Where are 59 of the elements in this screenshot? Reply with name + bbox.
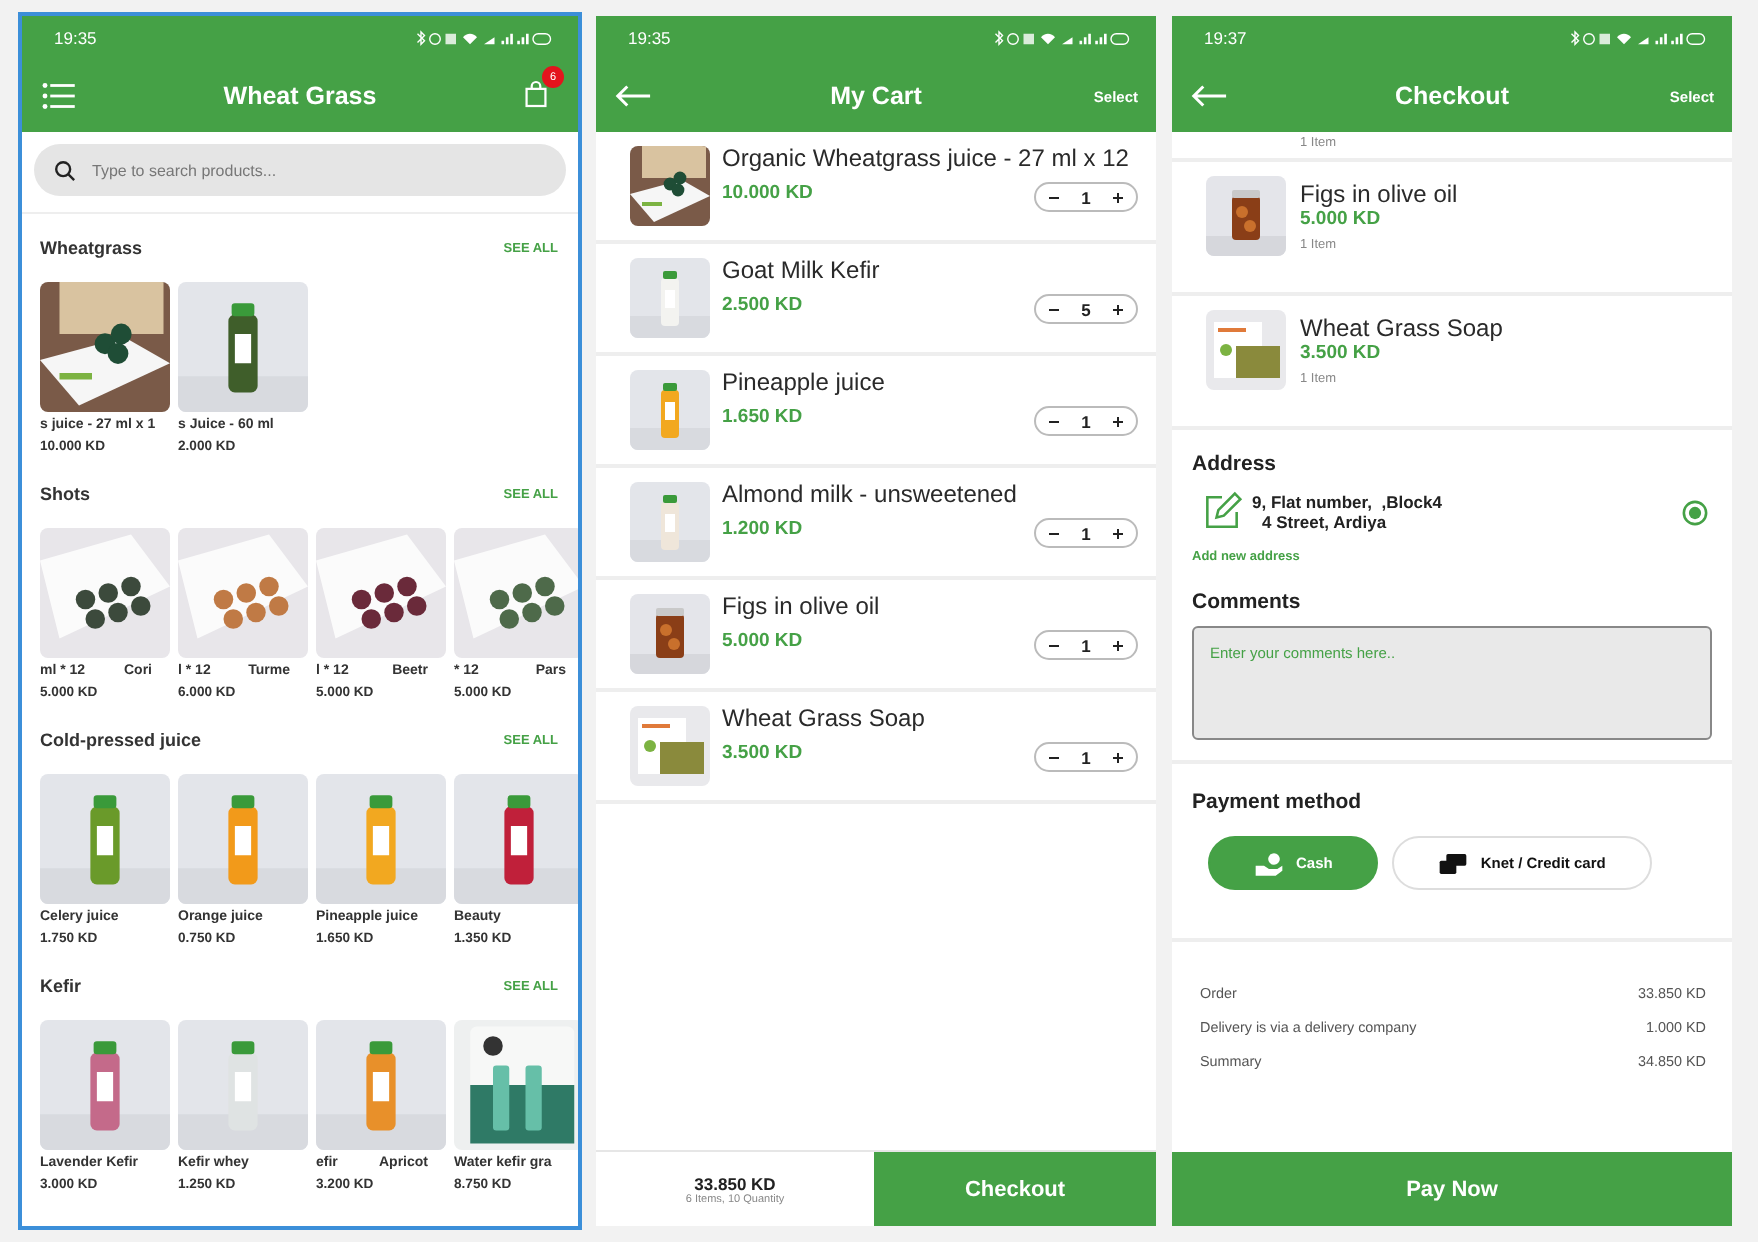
quantity-value: 1: [1081, 747, 1091, 767]
screen-title: Wheat Grass: [223, 82, 377, 110]
quantity-value: 1: [1081, 411, 1091, 431]
radio-button[interactable]: [1682, 499, 1708, 525]
pay-now-button[interactable]: Pay Now: [1172, 1152, 1732, 1226]
section-title: Kefir: [40, 976, 82, 996]
plus-icon[interactable]: [1109, 637, 1126, 653]
address-line: 4 Street, Ardiya: [1260, 512, 1389, 532]
item-price: 3.500 KD: [1300, 340, 1383, 368]
item-name: Figs in olive oil: [722, 594, 882, 618]
quantity-value: 1: [1081, 635, 1091, 655]
plus-icon[interactable]: [1109, 749, 1126, 765]
item-price: 1.200 KD: [722, 515, 803, 543]
search-icon: [54, 159, 76, 181]
item-name: Organic Wheatgrass juice - 27 ml x 12: [722, 146, 1131, 170]
back-arrow-icon[interactable]: [1190, 82, 1228, 110]
item-price: 5.000 KD: [1300, 207, 1383, 234]
status-time: 19:35: [628, 28, 671, 48]
plus-icon[interactable]: [1109, 189, 1126, 205]
search-field[interactable]: Type to search products...: [34, 144, 566, 196]
total-price: 33.850 KD: [694, 1173, 776, 1193]
plus-icon[interactable]: [1109, 525, 1126, 541]
quantity-value: 1: [1081, 523, 1091, 543]
checkout-button[interactable]: Checkout: [874, 1152, 1156, 1226]
plus-icon[interactable]: [1109, 413, 1126, 429]
status-time: 19:35: [54, 28, 97, 48]
item-price: 10.000 KD: [722, 179, 813, 207]
address-line: 9, Flat number, ,Block4: [1252, 492, 1444, 512]
section-title: Comments: [1192, 588, 1303, 616]
item-name: Wheat Grass Soap: [722, 706, 927, 730]
section-title: Address: [1192, 450, 1279, 478]
item-name: Pineapple juice: [722, 370, 887, 394]
item-name: Almond milk - unsweetened: [722, 482, 1019, 506]
item-name: Figs in olive oil: [1300, 182, 1458, 206]
plus-icon[interactable]: [1109, 301, 1126, 317]
section-title: Wheatgrass: [40, 238, 143, 258]
status-icons-drawing: [414, 29, 554, 47]
cards-icon: [1438, 851, 1469, 875]
quantity-value: 1: [1081, 187, 1091, 207]
item-price: 2.500 KD: [722, 291, 803, 319]
section-title: Payment method: [1192, 788, 1364, 816]
item-name: Wheat Grass Soap: [1300, 316, 1503, 340]
edit-icon[interactable]: [1200, 490, 1244, 534]
section-title: Cold-pressed juice: [40, 730, 202, 750]
status-icons-drawing: [1568, 29, 1708, 47]
status-icons-drawing: [992, 29, 1132, 47]
hand-coin-icon: [1254, 851, 1284, 875]
quantity-value: 5: [1081, 299, 1091, 319]
item-name: Goat Milk Kefir: [722, 258, 882, 282]
screen-title: My Cart: [830, 82, 922, 110]
section-title: Shots: [40, 484, 91, 504]
screen-title: Checkout: [1395, 82, 1509, 110]
item-price: 3.500 KD: [722, 739, 803, 767]
item-price: 5.000 KD: [722, 627, 803, 655]
back-arrow-icon[interactable]: [614, 82, 652, 110]
shopping-bag-icon[interactable]: [524, 80, 548, 108]
status-time: 19:37: [1204, 28, 1247, 48]
item-price: 1.650 KD: [722, 403, 803, 431]
menu-icon[interactable]: [40, 82, 78, 110]
